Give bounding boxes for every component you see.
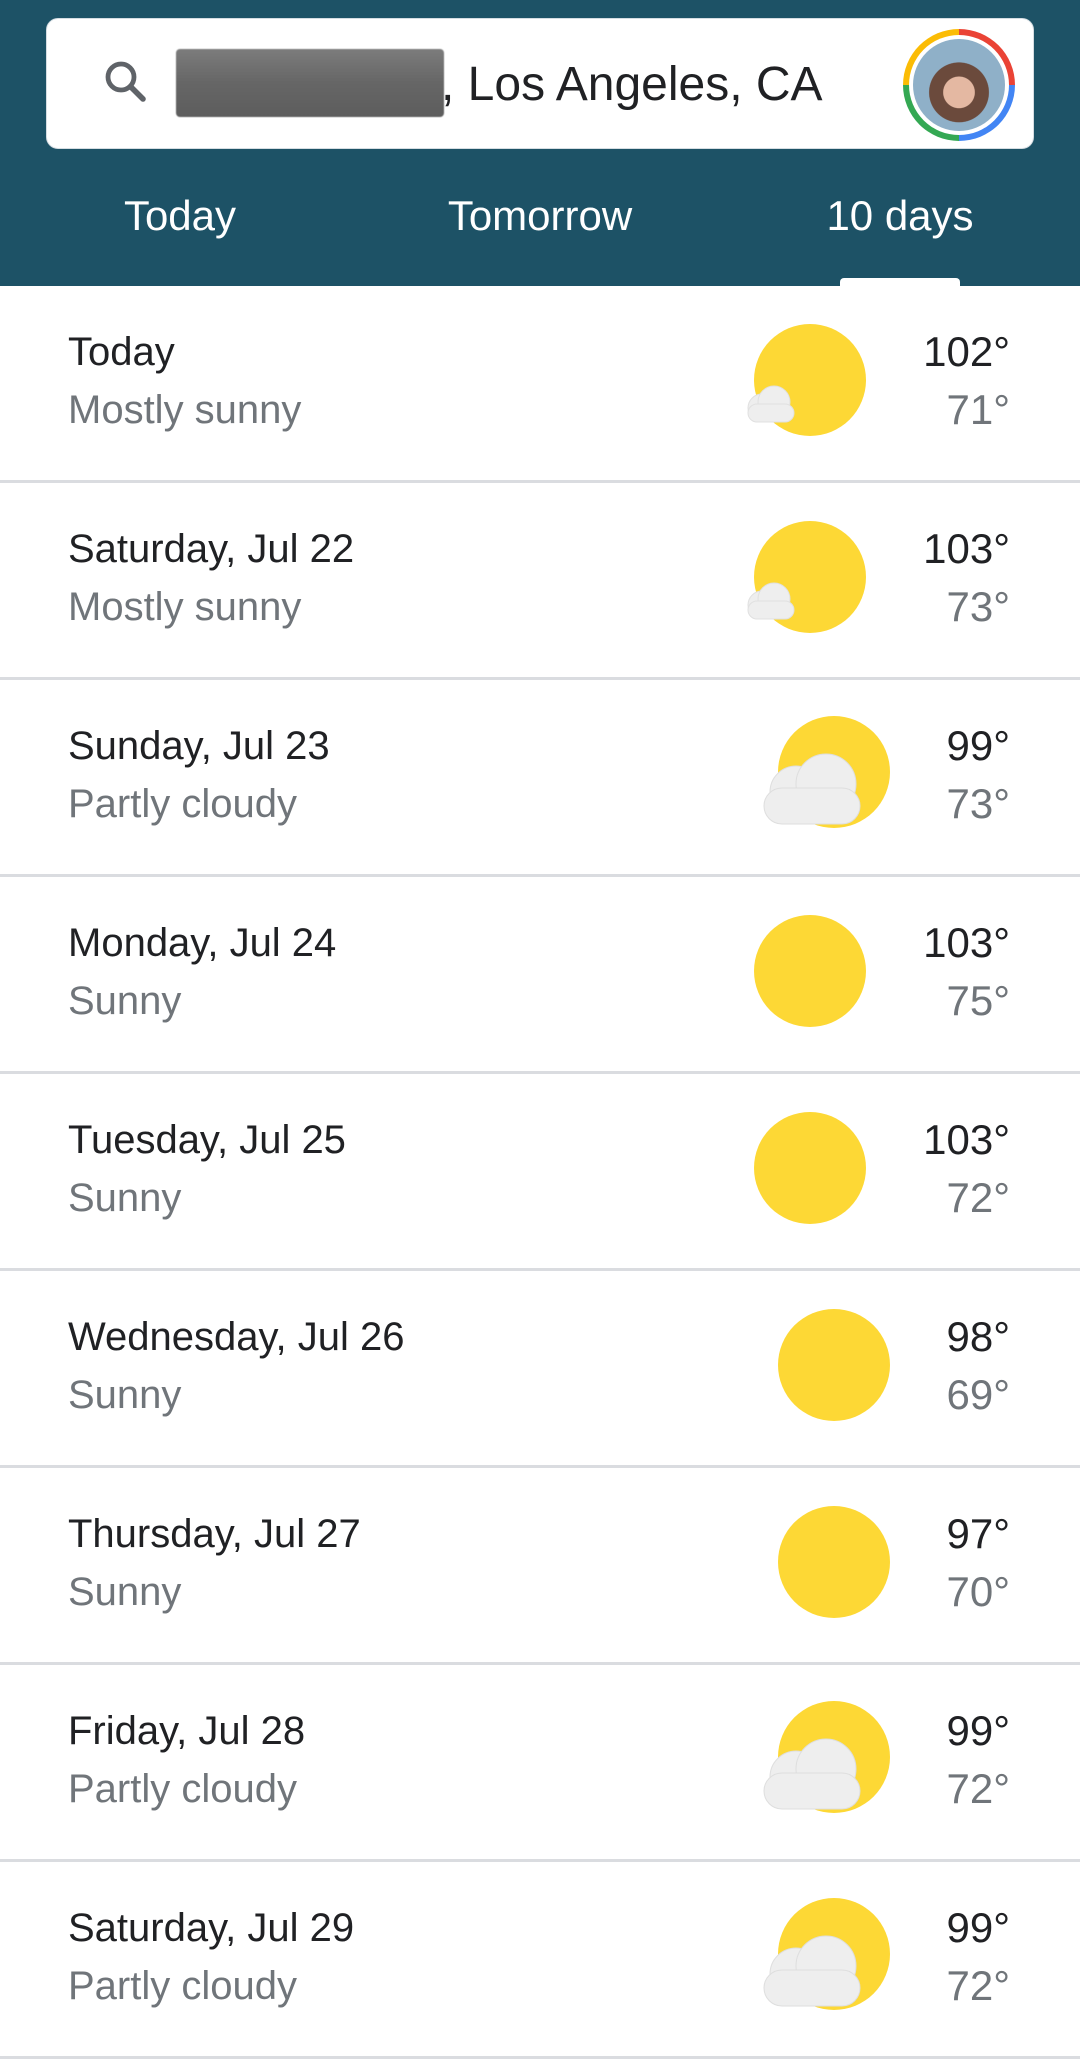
location-text[interactable]: , Los Angeles, CA <box>441 51 823 119</box>
forecast-row[interactable]: Sunday, Jul 23 Partly cloudy 99° 73° <box>0 680 1080 877</box>
forecast-condition: Mostly sunny <box>68 388 302 432</box>
forecast-row[interactable]: Monday, Jul 24 Sunny 103° 75° <box>0 877 1080 1074</box>
tab-tomorrow[interactable]: Tomorrow <box>420 180 660 252</box>
forecast-row[interactable]: Friday, Jul 28 Partly cloudy 99° 72° <box>0 1665 1080 1862</box>
forecast-day: Wednesday, Jul 26 <box>68 1315 405 1359</box>
forecast-row[interactable]: Tuesday, Jul 25 Sunny 103° 72° <box>0 1074 1080 1271</box>
forecast-day: Thursday, Jul 27 <box>68 1512 361 1556</box>
forecast-low: 71° <box>946 386 1010 433</box>
mostly-sunny-icon <box>747 324 866 436</box>
forecast-list: Today Mostly sunny 102° 71° Saturday, Ju… <box>0 286 1080 2059</box>
tab-today[interactable]: Today <box>80 180 280 252</box>
forecast-high: 99° <box>946 1904 1010 1951</box>
sunny-icon <box>778 1309 890 1421</box>
forecast-low: 69° <box>946 1371 1010 1418</box>
forecast-row[interactable]: Wednesday, Jul 26 Sunny 98° 69° <box>0 1271 1080 1468</box>
sunny-icon <box>754 915 866 1027</box>
forecast-high: 103° <box>923 1116 1010 1163</box>
forecast-low: 73° <box>946 780 1010 827</box>
avatar <box>913 39 1005 131</box>
forecast-condition: Sunny <box>68 1373 182 1417</box>
sunny-icon <box>778 1506 890 1618</box>
mostly-sunny-icon <box>747 521 866 633</box>
partly-cloudy-icon <box>763 1898 890 2010</box>
forecast-high: 103° <box>923 525 1010 572</box>
forecast-high: 98° <box>946 1313 1010 1360</box>
partly-cloudy-icon <box>763 1701 890 1813</box>
app-header: , Los Angeles, CA Today Tomorrow 10 days <box>0 0 1080 286</box>
forecast-high: 99° <box>946 1707 1010 1754</box>
redacted-address <box>176 49 444 117</box>
forecast-low: 72° <box>946 1962 1010 2009</box>
tab-10-days[interactable]: 10 days <box>800 180 1000 252</box>
forecast-condition: Sunny <box>68 1176 182 1220</box>
forecast-low: 73° <box>946 583 1010 630</box>
forecast-day: Saturday, Jul 22 <box>68 527 355 571</box>
selected-tab-indicator <box>840 278 960 286</box>
sunny-icon <box>754 1112 866 1224</box>
forecast-low: 70° <box>946 1568 1010 1615</box>
forecast-day: Saturday, Jul 29 <box>68 1906 355 1950</box>
forecast-condition: Partly cloudy <box>68 1767 297 1811</box>
forecast-row[interactable]: Saturday, Jul 29 Partly cloudy 99° 72° <box>0 1862 1080 2059</box>
forecast-day: Today <box>68 330 175 374</box>
forecast-low: 75° <box>946 977 1010 1024</box>
forecast-row[interactable]: Saturday, Jul 22 Mostly sunny 103° 73° <box>0 483 1080 680</box>
forecast-condition: Partly cloudy <box>68 782 297 826</box>
forecast-condition: Sunny <box>68 979 182 1023</box>
forecast-condition: Partly cloudy <box>68 1964 297 2008</box>
account-avatar-button[interactable] <box>903 29 1015 141</box>
forecast-low: 72° <box>946 1174 1010 1221</box>
forecast-condition: Mostly sunny <box>68 585 302 629</box>
partly-cloudy-icon <box>763 716 890 828</box>
forecast-low: 72° <box>946 1765 1010 1812</box>
search-bar[interactable]: , Los Angeles, CA <box>46 18 1034 149</box>
forecast-high: 103° <box>923 919 1010 966</box>
forecast-high: 97° <box>946 1510 1010 1557</box>
forecast-high: 99° <box>946 722 1010 769</box>
forecast-day: Friday, Jul 28 <box>68 1709 306 1753</box>
forecast-day: Monday, Jul 24 <box>68 921 337 965</box>
forecast-row[interactable]: Today Mostly sunny 102° 71° <box>0 286 1080 483</box>
forecast-row[interactable]: Thursday, Jul 27 Sunny 97° 70° <box>0 1468 1080 1665</box>
forecast-high: 102° <box>923 328 1010 375</box>
forecast-day: Tuesday, Jul 25 <box>68 1118 346 1162</box>
search-icon[interactable] <box>101 57 149 105</box>
forecast-condition: Sunny <box>68 1570 182 1614</box>
forecast-day: Sunday, Jul 23 <box>68 724 330 768</box>
